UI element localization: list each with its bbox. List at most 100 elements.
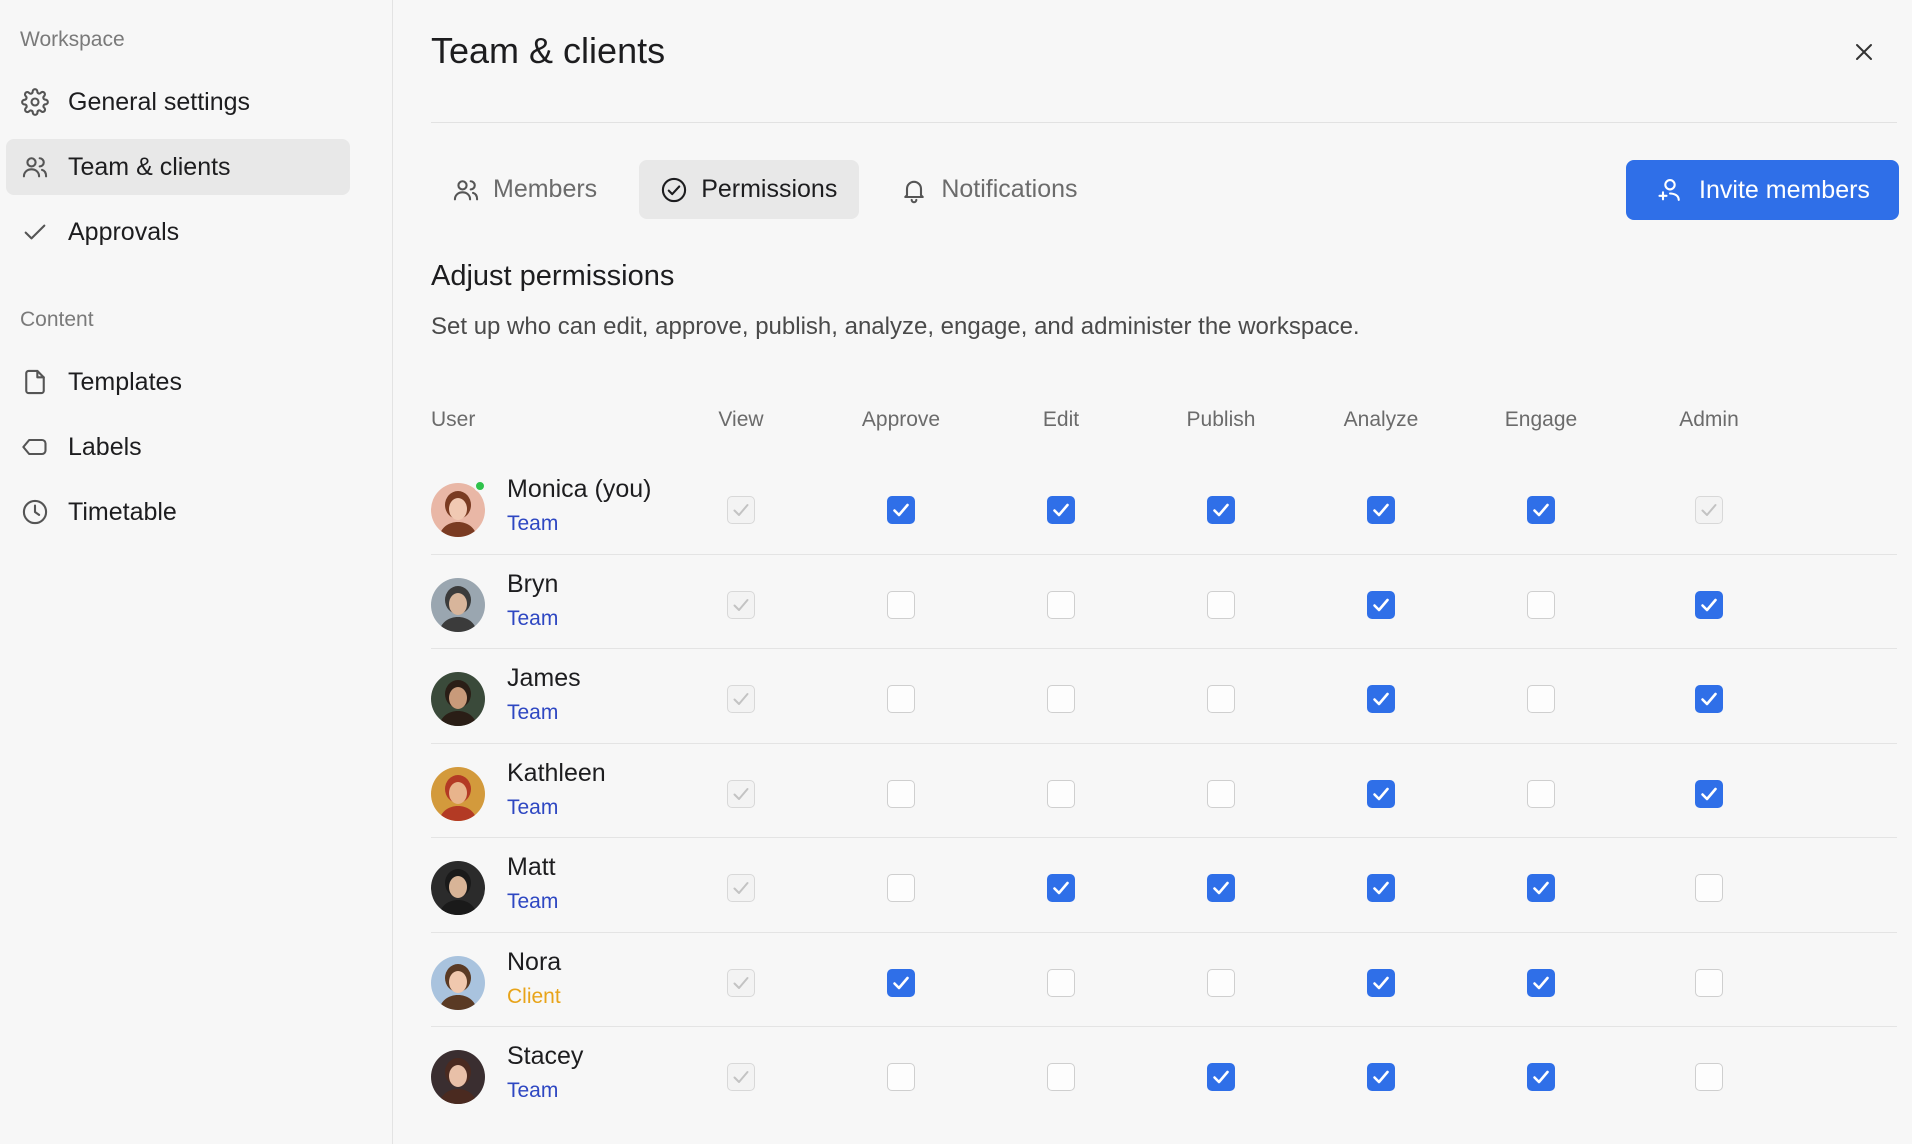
sidebar-item-labels[interactable]: Labels [6,419,350,475]
checkbox-edit[interactable] [1047,874,1075,902]
checkbox-approve[interactable] [887,590,915,619]
checkbox-view [727,1063,755,1091]
checkbox-engage[interactable] [1527,1063,1555,1091]
invite-button-label: Invite members [1699,175,1870,204]
tab-notifications[interactable]: Notifications [879,160,1099,219]
checkbox-analyze[interactable] [1367,968,1395,997]
close-button[interactable] [1844,32,1884,72]
page-title: Team & clients [431,30,666,71]
checkbox-admin[interactable] [1695,1063,1723,1091]
checkbox-approve[interactable] [887,1063,915,1091]
column-header-publish: Publish [1186,408,1256,431]
checkbox-approve[interactable] [887,968,915,997]
user-name: Matt [507,853,556,881]
avatar [431,672,485,726]
checkbox-admin[interactable] [1695,779,1723,808]
checkbox-edit[interactable] [1047,1063,1075,1091]
user-name: Monica (you) [507,475,652,503]
checkbox-engage[interactable] [1527,496,1555,524]
title-divider [431,122,1897,123]
checkbox-approve[interactable] [887,874,915,902]
avatar [431,766,485,821]
checkbox-engage[interactable] [1527,968,1555,997]
checkbox-approve[interactable] [887,779,915,808]
section-description: Set up who can edit, approve, publish, a… [431,313,1360,340]
checkbox-analyze[interactable] [1367,590,1395,619]
checkbox-edit[interactable] [1047,685,1075,713]
checkbox-publish[interactable] [1207,874,1235,902]
checkbox-analyze[interactable] [1367,496,1395,524]
checkbox-engage[interactable] [1527,685,1555,713]
tab-permissions[interactable]: Permissions [639,160,860,219]
column-header-edit: Edit [1042,408,1080,431]
gear-icon [20,87,50,117]
sidebar-item-label: Labels [68,432,142,461]
column-header-analyze: Analyze [1343,408,1419,431]
checkbox-publish[interactable] [1207,1063,1235,1091]
table-row: Nora Client [431,933,1897,1027]
checkbox-publish[interactable] [1207,685,1235,713]
checkbox-analyze[interactable] [1367,779,1395,808]
checkbox-analyze[interactable] [1367,874,1395,902]
avatar [431,1050,485,1104]
checkbox-admin[interactable] [1695,968,1723,997]
avatar [431,861,485,915]
checkbox-admin[interactable] [1695,685,1723,713]
user-role: Team [507,512,559,535]
user-plus-icon [1655,175,1685,205]
checkbox-edit[interactable] [1047,968,1075,997]
sidebar-item-label: Timetable [68,497,177,526]
table-row: Bryn Team [431,555,1897,649]
column-header-admin: Admin [1679,408,1739,431]
user-role: Team [507,1079,559,1102]
permissions-table: User View Approve Edit Publish Analyze Engage A… [431,400,1897,1122]
checkbox-approve[interactable] [887,685,915,713]
main-panel: Team & clients Members Permissions Notif… [394,0,1912,1144]
users-icon [451,175,481,205]
checkbox-engage[interactable] [1527,779,1555,808]
tab-members[interactable]: Members [431,160,619,219]
checkbox-analyze[interactable] [1367,1063,1395,1091]
checkbox-admin[interactable] [1695,874,1723,902]
checkbox-edit[interactable] [1047,779,1075,808]
sidebar-item-timetable[interactable]: Timetable [6,484,350,540]
user-name: Nora [507,947,562,976]
checkbox-admin [1695,496,1723,524]
sidebar-item-general-settings[interactable]: General settings [6,74,350,130]
clock-icon [20,497,50,527]
user-role: Team [507,890,559,913]
checkbox-engage[interactable] [1527,874,1555,902]
column-header-engage: Engage [1504,408,1578,431]
checkbox-view [727,874,755,902]
checkbox-edit[interactable] [1047,590,1075,619]
checkbox-analyze[interactable] [1367,685,1395,713]
user-name: Stacey [507,1042,584,1070]
check-icon [20,217,50,247]
user-name: Bryn [507,569,559,598]
checkbox-edit[interactable] [1047,496,1075,524]
checkbox-publish[interactable] [1207,496,1235,524]
tab-bar: Members Permissions Notifications [431,160,1100,220]
checkbox-approve[interactable] [887,496,915,524]
checkbox-engage[interactable] [1527,590,1555,619]
file-icon [20,367,50,397]
tab-label: Permissions [701,175,838,203]
checkbox-publish[interactable] [1207,590,1235,619]
sidebar-item-templates[interactable]: Templates [6,354,350,410]
column-header-view: View [718,408,764,431]
invite-members-button[interactable]: Invite members [1626,160,1899,220]
sidebar-item-team-clients[interactable]: Team & clients [6,139,350,195]
checkbox-publish[interactable] [1207,968,1235,997]
bell-icon [899,175,929,205]
checkbox-view [727,968,755,997]
column-header-user: User [431,408,476,431]
check-circle-icon [659,175,689,205]
user-role: Team [507,701,559,724]
user-name: James [507,664,581,692]
checkbox-admin[interactable] [1695,590,1723,619]
sidebar-item-label: General settings [68,87,251,116]
sidebar-item-approvals[interactable]: Approvals [6,204,350,260]
checkbox-view [727,779,755,808]
checkbox-view [727,496,755,524]
checkbox-publish[interactable] [1207,779,1235,808]
